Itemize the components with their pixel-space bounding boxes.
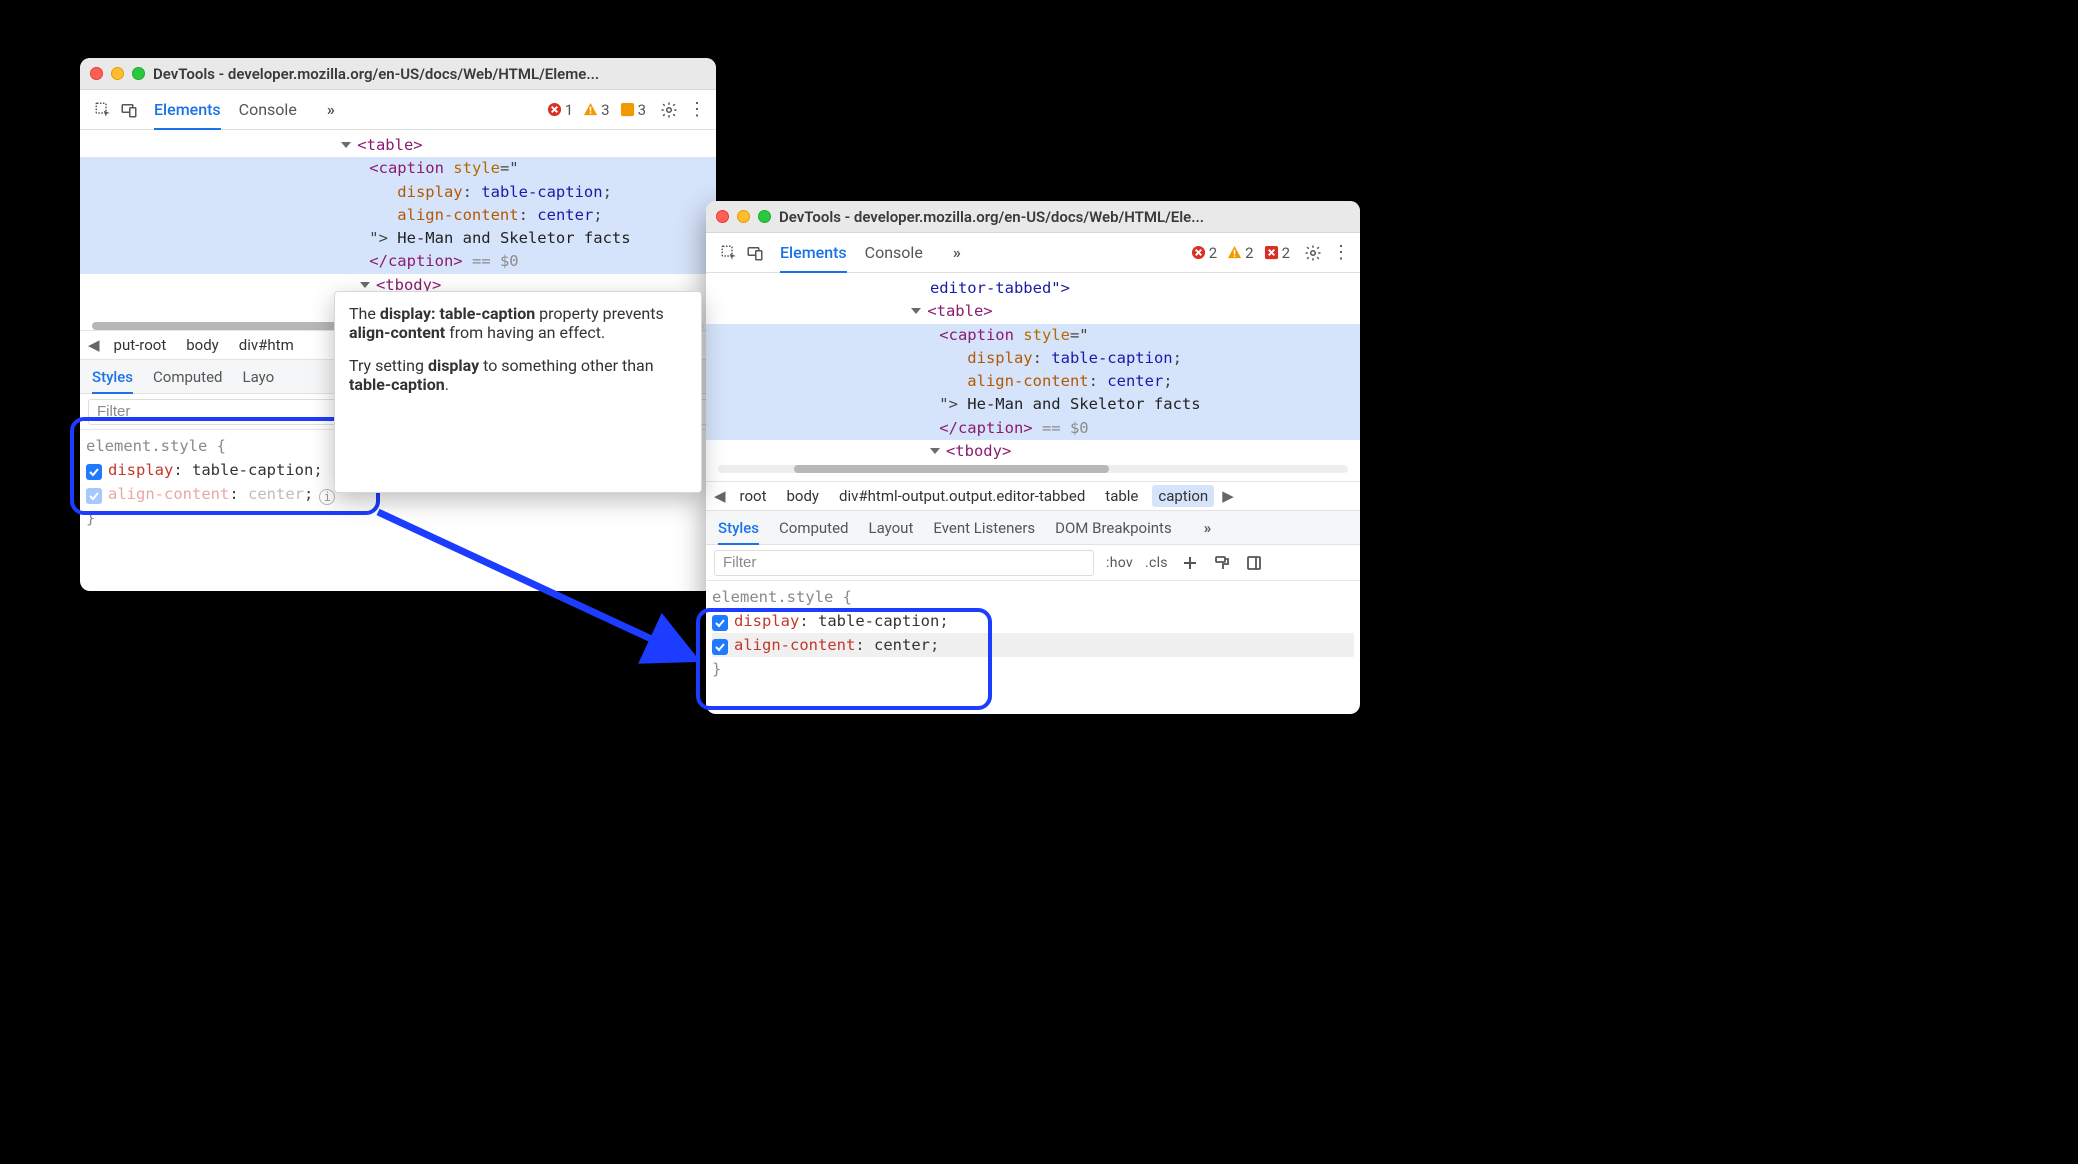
devtools-toolbar: Elements Console » 2 2 2 — [706, 233, 1360, 273]
window-title: DevTools - developer.mozilla.org/en-US/d… — [153, 65, 706, 83]
device-toggle-icon[interactable] — [742, 240, 768, 266]
zoom-icon[interactable] — [132, 67, 145, 80]
dom-line-caption-text[interactable]: "> He-Man and Skeletor facts — [706, 393, 1360, 416]
horizontal-scrollbar[interactable] — [718, 465, 1348, 473]
dom-line-caption-close[interactable]: </caption> == $0 — [80, 250, 716, 273]
minimize-icon[interactable] — [111, 67, 124, 80]
breadcrumb-prev-icon[interactable]: ◀ — [88, 336, 100, 354]
dom-line-caption-open[interactable]: <caption style=" — [706, 324, 1360, 347]
minimize-icon[interactable] — [737, 210, 750, 223]
breadcrumb-item[interactable]: body — [781, 485, 826, 507]
new-style-rule-icon[interactable] — [1180, 553, 1200, 573]
filter-input[interactable] — [714, 550, 1094, 576]
dom-line-table[interactable]: <table> — [706, 300, 1360, 323]
selector-label: element.style { — [712, 588, 852, 606]
breadcrumb-item[interactable]: root — [734, 485, 773, 507]
titlebar: DevTools - developer.mozilla.org/en-US/d… — [80, 58, 716, 90]
dom-line-caption-close[interactable]: </caption> == $0 — [706, 417, 1360, 440]
dom-tree[interactable]: editor-tabbed"> <table> <caption style="… — [706, 273, 1360, 481]
dom-line-table[interactable]: <table> — [80, 134, 716, 157]
breadcrumb-item[interactable]: body — [180, 334, 225, 356]
issue-counters[interactable]: 2 2 2 — [1191, 244, 1290, 262]
kebab-menu-icon[interactable]: ⋮ — [688, 101, 706, 119]
breadcrumb-item-selected[interactable]: caption — [1152, 485, 1214, 507]
gear-icon[interactable] — [656, 97, 682, 123]
dom-line-prev[interactable]: editor-tabbed"> — [706, 277, 1360, 300]
console-tab[interactable]: Console — [865, 233, 923, 272]
gear-icon[interactable] — [1300, 240, 1326, 266]
dom-line-style-display: display: table-caption; — [80, 181, 716, 204]
breadcrumb-prev-icon[interactable]: ◀ — [714, 487, 726, 505]
more-tabs-button[interactable]: » — [953, 243, 961, 262]
checkbox-icon[interactable] — [712, 615, 728, 631]
layout-tab[interactable]: Layo — [243, 360, 275, 393]
device-toggle-icon[interactable] — [116, 97, 142, 123]
violation-count[interactable]: 2 — [1264, 244, 1290, 262]
kebab-menu-icon[interactable]: ⋮ — [1332, 244, 1350, 262]
computed-tab[interactable]: Computed — [779, 511, 849, 544]
warning-count[interactable]: 2 — [1227, 244, 1253, 262]
devtools-toolbar: Elements Console » 1 3 3 — [80, 90, 716, 130]
css-warning-tooltip: The display: table-caption property prev… — [334, 291, 702, 493]
breadcrumb-item[interactable]: put-root — [108, 334, 173, 356]
checkbox-icon[interactable] — [712, 639, 728, 655]
checkbox-icon[interactable] — [86, 488, 102, 504]
event-listeners-tab[interactable]: Event Listeners — [933, 511, 1035, 544]
dom-line-caption-open[interactable]: <caption style=" — [80, 157, 716, 180]
styles-filter-bar: :hov .cls — [706, 545, 1360, 581]
warning-count[interactable]: 3 — [583, 101, 609, 119]
elements-tab[interactable]: Elements — [780, 233, 847, 272]
dom-line-style-align: align-content: center; — [706, 370, 1360, 393]
error-count[interactable]: 2 — [1191, 244, 1217, 262]
inspect-icon[interactable] — [716, 240, 742, 266]
layout-tab[interactable]: Layout — [869, 511, 914, 544]
breadcrumb-item[interactable]: table — [1099, 485, 1144, 507]
dom-line-tbody[interactable]: <tbody> — [706, 440, 1360, 463]
computed-tab[interactable]: Computed — [153, 360, 223, 393]
styles-tab[interactable]: Styles — [718, 511, 759, 544]
window-title: DevTools - developer.mozilla.org/en-US/d… — [779, 208, 1350, 226]
breadcrumb-next-icon[interactable]: ▶ — [1222, 487, 1234, 505]
dom-line-caption-text[interactable]: "> He-Man and Skeletor facts — [80, 227, 716, 250]
dom-breakpoints-tab[interactable]: DOM Breakpoints — [1055, 511, 1172, 544]
breadcrumb-item[interactable]: div#html-output.output.editor-tabbed — [833, 485, 1091, 507]
inspect-icon[interactable] — [90, 97, 116, 123]
traffic-lights — [90, 67, 145, 80]
zoom-icon[interactable] — [758, 210, 771, 223]
devtools-window-right: DevTools - developer.mozilla.org/en-US/d… — [706, 201, 1360, 714]
close-icon[interactable] — [90, 67, 103, 80]
info-icon[interactable]: i — [319, 489, 335, 505]
breadcrumb-item[interactable]: div#htm — [233, 334, 300, 356]
panel-toggle-icon[interactable] — [1244, 553, 1264, 573]
hov-toggle[interactable]: :hov — [1106, 555, 1133, 571]
styles-tabbar: Styles Computed Layout Event Listeners D… — [706, 511, 1360, 545]
dom-line-style-display: display: table-caption; — [706, 347, 1360, 370]
close-icon[interactable] — [716, 210, 729, 223]
more-styles-tabs-button[interactable]: » — [1204, 511, 1212, 544]
checkbox-icon[interactable] — [86, 464, 102, 480]
dom-line-style-align: align-content: center; — [80, 204, 716, 227]
console-tab[interactable]: Console — [239, 90, 297, 129]
elements-tab[interactable]: Elements — [154, 90, 221, 129]
titlebar: DevTools - developer.mozilla.org/en-US/d… — [706, 201, 1360, 233]
breadcrumb-bar: ◀ root body div#html-output.output.edito… — [706, 481, 1360, 511]
error-count[interactable]: 1 — [547, 101, 573, 119]
info-count[interactable]: 3 — [620, 101, 646, 119]
traffic-lights — [716, 210, 771, 223]
selector-label: element.style { — [86, 437, 226, 455]
styles-tab[interactable]: Styles — [92, 360, 133, 393]
paint-format-icon[interactable] — [1212, 553, 1232, 573]
issue-counters[interactable]: 1 3 3 — [547, 101, 646, 119]
cls-toggle[interactable]: .cls — [1145, 555, 1168, 571]
more-tabs-button[interactable]: » — [327, 100, 335, 119]
element-style-block[interactable]: element.style { display: table-caption; … — [706, 581, 1360, 689]
